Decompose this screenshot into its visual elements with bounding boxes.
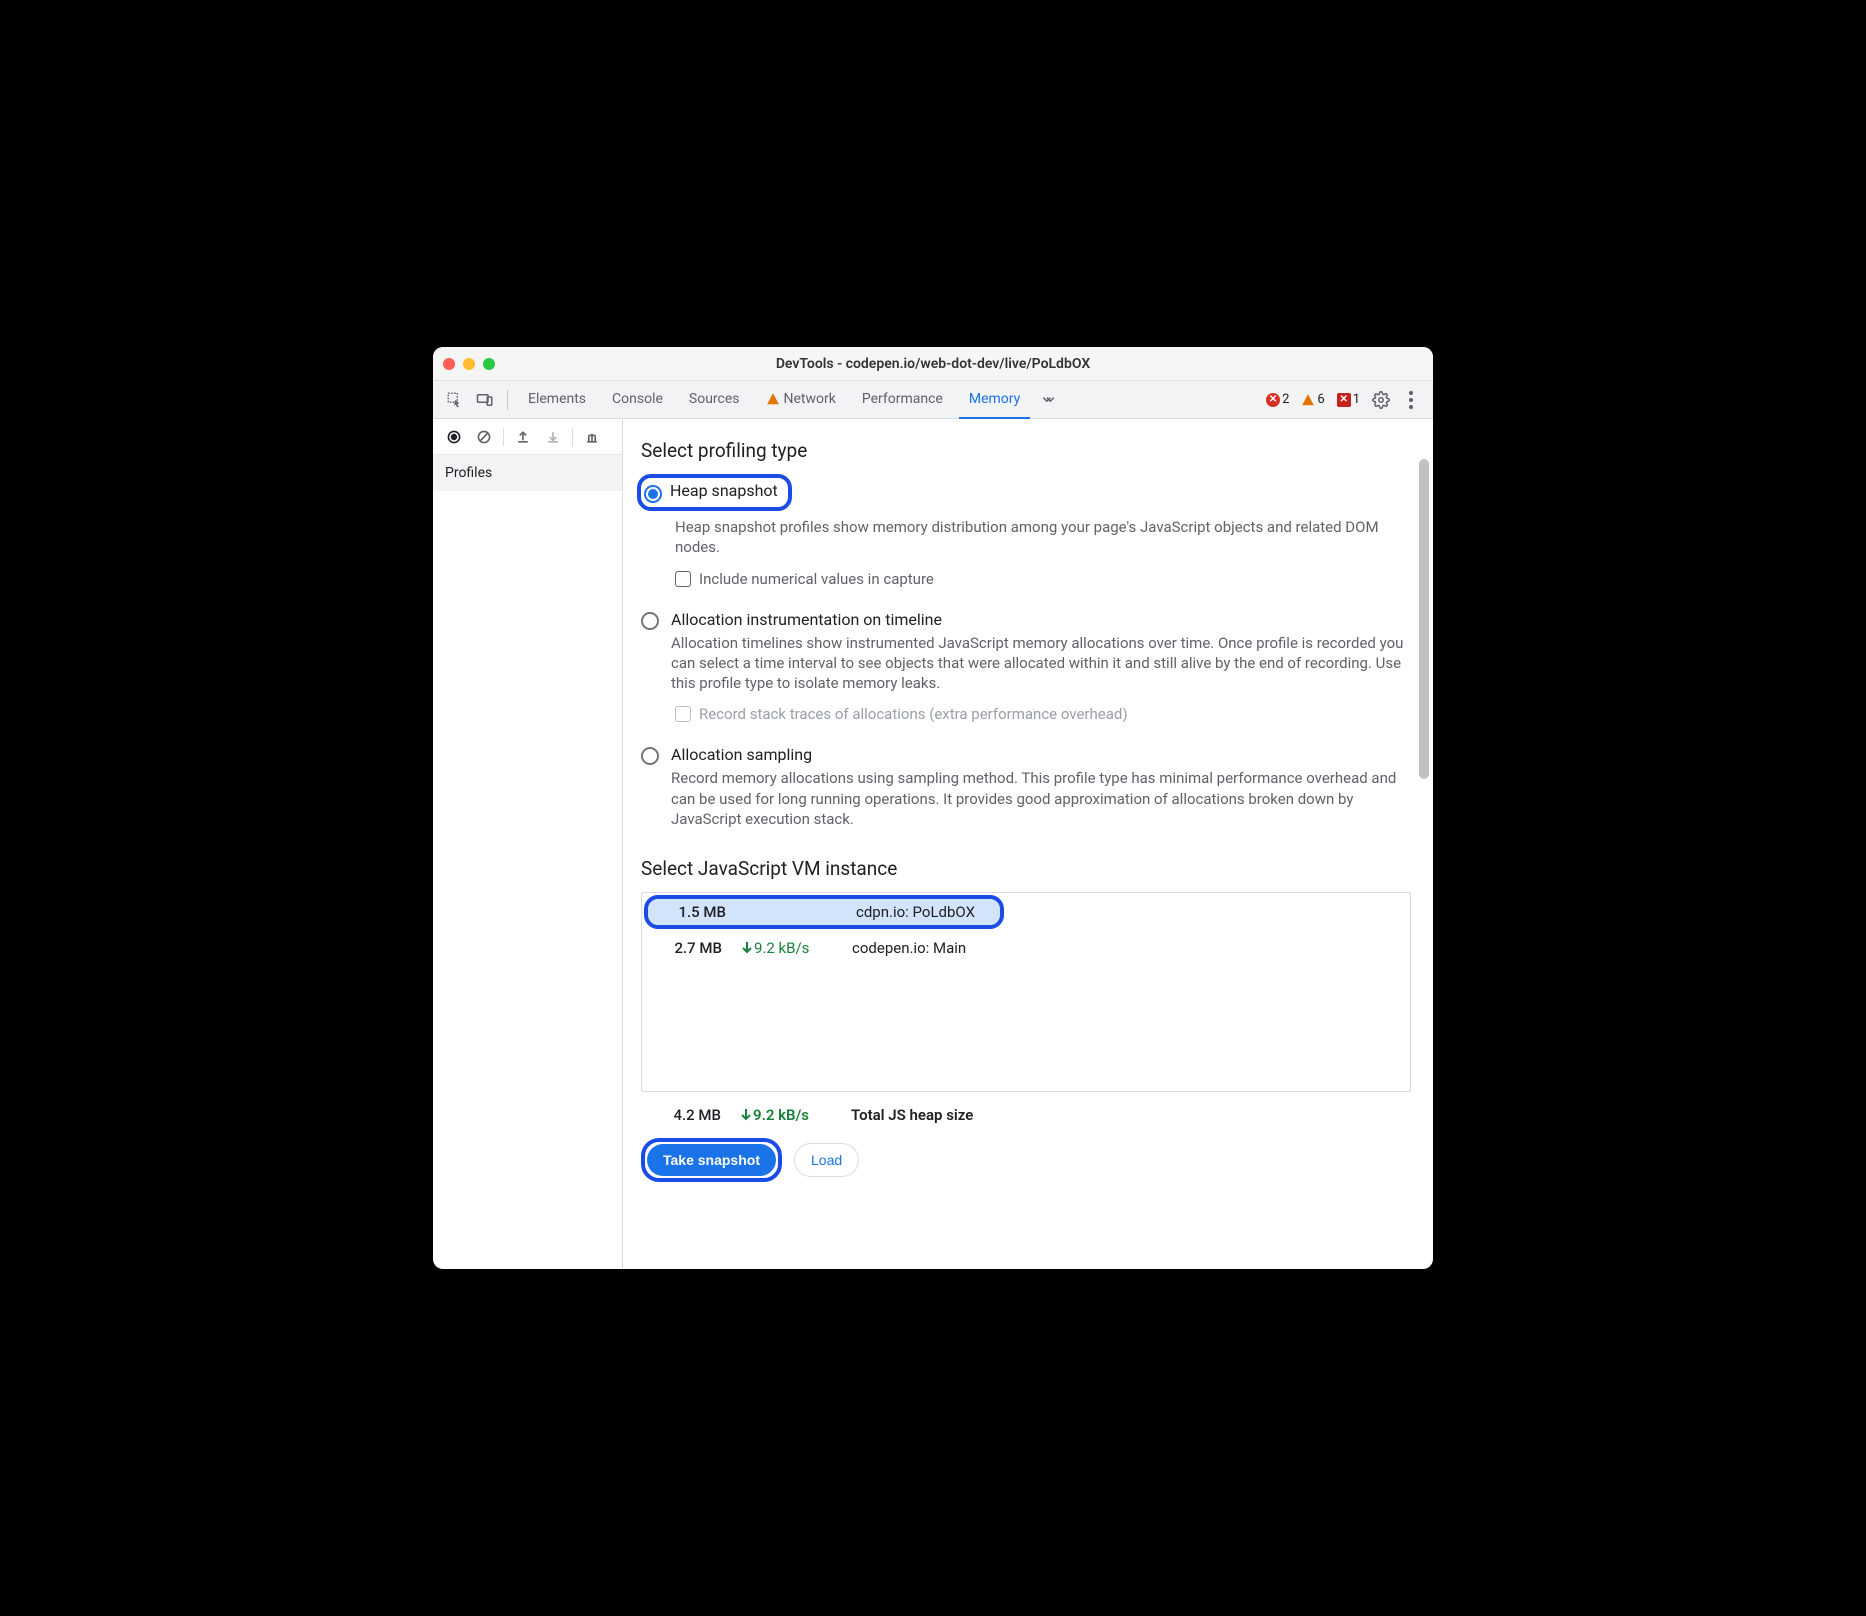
- checkbox-include-numerical[interactable]: Include numerical values in capture: [675, 570, 1411, 588]
- vm-row[interactable]: 2.7 MB 9.2 kB/s codepen.io: Main: [642, 931, 1410, 965]
- vm-instance-list: 1.5 MB — cdpn.io: PoLdbOX 2.7 MB 9.2 kB/…: [641, 892, 1411, 1092]
- vm-name: codepen.io: Main: [852, 939, 1400, 957]
- option-timeline-title: Allocation instrumentation on timeline: [671, 610, 1411, 629]
- sidebar-toolbar: [433, 419, 622, 455]
- vm-size: 2.7 MB: [652, 939, 722, 957]
- separator: [503, 428, 504, 446]
- tab-network[interactable]: Network: [756, 381, 846, 419]
- window-controls: [443, 358, 495, 370]
- vm-row-selected[interactable]: 1.5 MB — cdpn.io: PoLdbOX: [644, 895, 1004, 929]
- sidebar: Profiles: [433, 419, 623, 1269]
- checkbox-icon: [675, 706, 691, 722]
- vm-rate: —: [746, 903, 836, 921]
- separator: [507, 390, 508, 410]
- inspect-element-icon[interactable]: [443, 388, 467, 412]
- issues-badge[interactable]: ✕ 1: [1337, 392, 1360, 407]
- option-sampling-desc: Record memory allocations using sampling…: [671, 768, 1411, 829]
- tab-sources[interactable]: Sources: [679, 381, 750, 419]
- tab-elements[interactable]: Elements: [518, 381, 596, 419]
- radio-allocation-sampling[interactable]: [641, 747, 659, 765]
- main-panel: Select profiling type Heap snapshot Heap…: [623, 419, 1433, 1269]
- more-tabs-icon[interactable]: [1036, 388, 1060, 412]
- action-buttons: Take snapshot Load: [641, 1138, 1411, 1182]
- close-window-button[interactable]: [443, 358, 455, 370]
- minimize-window-button[interactable]: [463, 358, 475, 370]
- sidebar-item-profiles[interactable]: Profiles: [433, 455, 622, 491]
- highlight-heap-option: Heap snapshot: [637, 474, 792, 511]
- vm-rate: 9.2 kB/s: [742, 939, 832, 957]
- checkbox-icon: [675, 571, 691, 587]
- collect-garbage-icon[interactable]: [579, 424, 605, 450]
- arrow-down-icon: [742, 942, 752, 954]
- tab-console[interactable]: Console: [602, 381, 673, 419]
- titlebar: DevTools - codepen.io/web-dot-dev/live/P…: [433, 347, 1433, 381]
- option-heap-title: Heap snapshot: [670, 481, 778, 500]
- arrow-down-icon: [741, 1109, 751, 1121]
- total-rate: 9.2 kB/s: [741, 1106, 831, 1124]
- issue-icon: ✕: [1337, 393, 1351, 407]
- vm-totals: 4.2 MB 9.2 kB/s Total JS heap size: [651, 1106, 1411, 1124]
- checkbox-label: Record stack traces of allocations (extr…: [699, 705, 1128, 723]
- radio-heap-snapshot[interactable]: [644, 485, 662, 503]
- radio-allocation-timeline[interactable]: [641, 612, 659, 630]
- heading-vm-instance: Select JavaScript VM instance: [641, 857, 1411, 880]
- devtools-window: DevTools - codepen.io/web-dot-dev/live/P…: [433, 347, 1433, 1269]
- vm-name: cdpn.io: PoLdbOX: [856, 903, 992, 921]
- take-snapshot-button[interactable]: Take snapshot: [647, 1144, 776, 1176]
- checkbox-record-stack-traces: Record stack traces of allocations (extr…: [675, 705, 1411, 723]
- heading-profiling-type: Select profiling type: [641, 439, 1411, 462]
- kebab-menu-icon[interactable]: [1399, 388, 1423, 412]
- tab-network-label: Network: [784, 391, 836, 407]
- option-heap-snapshot[interactable]: Heap snapshot: [641, 474, 1411, 511]
- zoom-window-button[interactable]: [483, 358, 495, 370]
- checkbox-label: Include numerical values in capture: [699, 570, 934, 588]
- warnings-badge[interactable]: 6: [1301, 392, 1324, 407]
- option-allocation-timeline[interactable]: Allocation instrumentation on timeline A…: [641, 610, 1411, 694]
- record-icon[interactable]: [441, 424, 467, 450]
- upload-icon[interactable]: [510, 424, 536, 450]
- option-sampling-title: Allocation sampling: [671, 745, 1411, 764]
- clear-icon[interactable]: [471, 424, 497, 450]
- error-icon: ✕: [1266, 393, 1280, 407]
- device-toolbar-icon[interactable]: [473, 388, 497, 412]
- errors-badge[interactable]: ✕ 2: [1266, 392, 1289, 407]
- vm-size: 1.5 MB: [656, 903, 726, 921]
- option-heap-desc: Heap snapshot profiles show memory distr…: [675, 517, 1411, 558]
- total-label: Total JS heap size: [851, 1106, 973, 1124]
- body: Profiles Select profiling type Heap snap…: [433, 419, 1433, 1269]
- load-button[interactable]: Load: [794, 1143, 859, 1177]
- tab-performance[interactable]: Performance: [852, 381, 953, 419]
- separator: [572, 428, 573, 446]
- warnings-count: 6: [1317, 392, 1324, 407]
- total-size: 4.2 MB: [651, 1106, 721, 1124]
- download-icon[interactable]: [540, 424, 566, 450]
- scrollbar[interactable]: [1419, 459, 1429, 779]
- highlight-take-snapshot: Take snapshot: [641, 1138, 782, 1182]
- window-title: DevTools - codepen.io/web-dot-dev/live/P…: [433, 356, 1433, 372]
- warning-icon: [1301, 393, 1315, 407]
- option-allocation-sampling[interactable]: Allocation sampling Record memory alloca…: [641, 745, 1411, 829]
- tabbar: Elements Console Sources Network Perform…: [433, 381, 1433, 419]
- errors-count: 2: [1282, 392, 1289, 407]
- issues-count: 1: [1353, 392, 1360, 407]
- settings-icon[interactable]: [1369, 388, 1393, 412]
- tab-memory[interactable]: Memory: [959, 381, 1030, 419]
- option-timeline-desc: Allocation timelines show instrumented J…: [671, 633, 1411, 694]
